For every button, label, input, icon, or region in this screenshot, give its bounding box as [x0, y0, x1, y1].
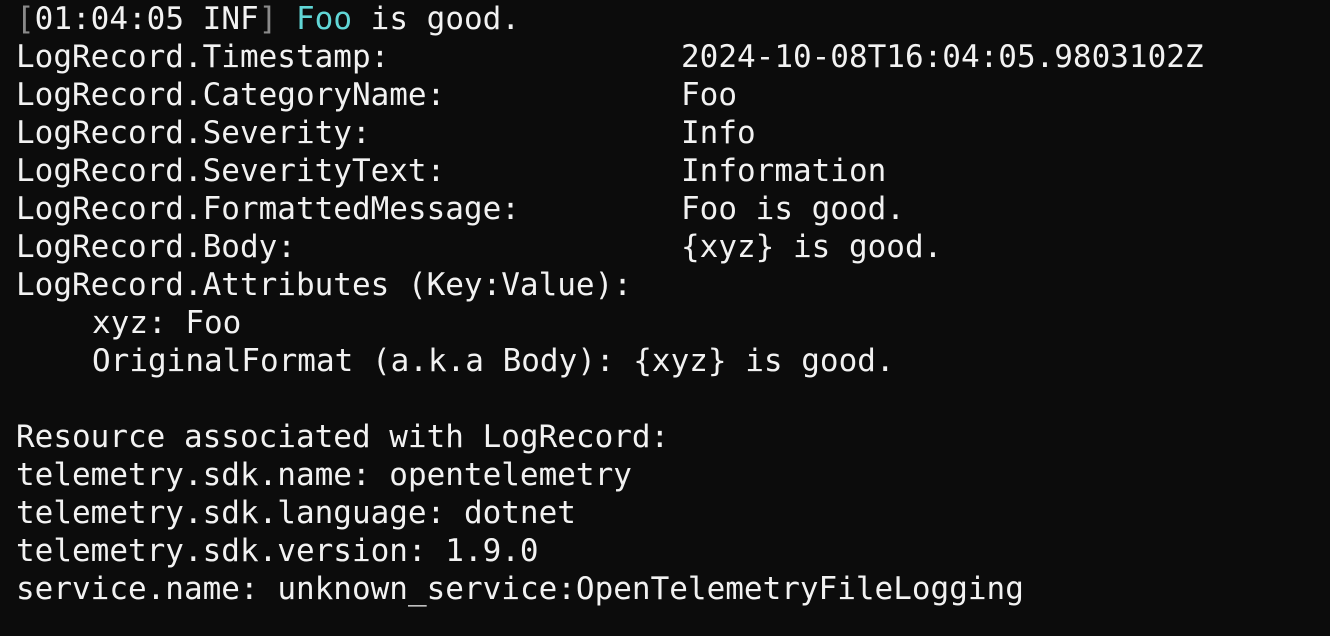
close-bracket: ] [258, 1, 278, 37]
resource-header: Resource associated with LogRecord: [16, 419, 670, 455]
attributes-header: LogRecord.Attributes (Key:Value): [16, 267, 632, 303]
resource-key: telemetry.sdk.version: [16, 533, 427, 569]
field-key: LogRecord.Timestamp: [16, 39, 390, 75]
field-key: LogRecord.FormattedMessage: [16, 191, 520, 227]
field-value: Foo is good. [681, 191, 905, 227]
field-value: Information [681, 153, 887, 189]
resource-key: telemetry.sdk.language: [16, 495, 446, 531]
resource-value: 1.9.0 [445, 533, 539, 569]
attribute-value: Foo [185, 305, 242, 341]
field-line-category-name: LogRecord.CategoryName: Foo [16, 76, 1330, 114]
field-key: LogRecord.CategoryName: [16, 77, 446, 113]
resource-value: opentelemetry [389, 457, 632, 493]
terminal-window[interactable]: [01:04:05 INF] Foo is good. LogRecord.Ti… [0, 0, 1330, 636]
attribute-value: {xyz} is good. [633, 343, 895, 379]
resource-key: telemetry.sdk.name: [16, 457, 371, 493]
field-value: Info [681, 115, 756, 151]
log-category: Foo [296, 1, 352, 37]
field-line-timestamp: LogRecord.Timestamp: 2024-10-08T16:04:05.… [16, 38, 1330, 76]
field-value: {xyz} is good. [681, 229, 943, 265]
attribute-line-xyz: xyz: Foo [16, 304, 1330, 342]
attribute-line-original-format: OriginalFormat (a.k.a Body): {xyz} is go… [16, 342, 1330, 380]
log-time: 01:04:05 [34, 1, 184, 37]
resource-line-service-name: service.name: unknown_service:OpenTeleme… [16, 570, 1330, 608]
field-line-severity-text: LogRecord.SeverityText: Information [16, 152, 1330, 190]
field-key: LogRecord.Body: [16, 229, 296, 265]
resource-line-sdk-version: telemetry.sdk.version: 1.9.0 [16, 532, 1330, 570]
attribute-key: OriginalFormat (a.k.a Body): [92, 343, 615, 379]
open-bracket: [ [16, 1, 35, 37]
resource-value: unknown_service:OpenTelemetryFileLogging [277, 571, 1024, 607]
log-message: is good. [370, 1, 520, 37]
field-value: 2024-10-08T16:04:05.9803102Z [681, 39, 1204, 75]
resource-line-sdk-language: telemetry.sdk.language: dotnet [16, 494, 1330, 532]
field-value: Foo [681, 77, 737, 113]
log-level: INF [202, 1, 259, 37]
field-line-formatted-message: LogRecord.FormattedMessage: Foo is good. [16, 190, 1330, 228]
resource-line-sdk-name: telemetry.sdk.name: opentelemetry [16, 456, 1330, 494]
field-key: LogRecord.SeverityText: [16, 153, 446, 189]
resource-value: dotnet [463, 495, 576, 531]
log-header-line: [01:04:05 INF] Foo is good. [16, 0, 1330, 38]
resource-key: service.name: [16, 571, 259, 607]
field-key: LogRecord.Severity: [16, 115, 371, 151]
attribute-key: xyz: [92, 305, 167, 341]
field-line-severity: LogRecord.Severity: Info [16, 114, 1330, 152]
field-line-body: LogRecord.Body: {xyz} is good. [16, 228, 1330, 266]
